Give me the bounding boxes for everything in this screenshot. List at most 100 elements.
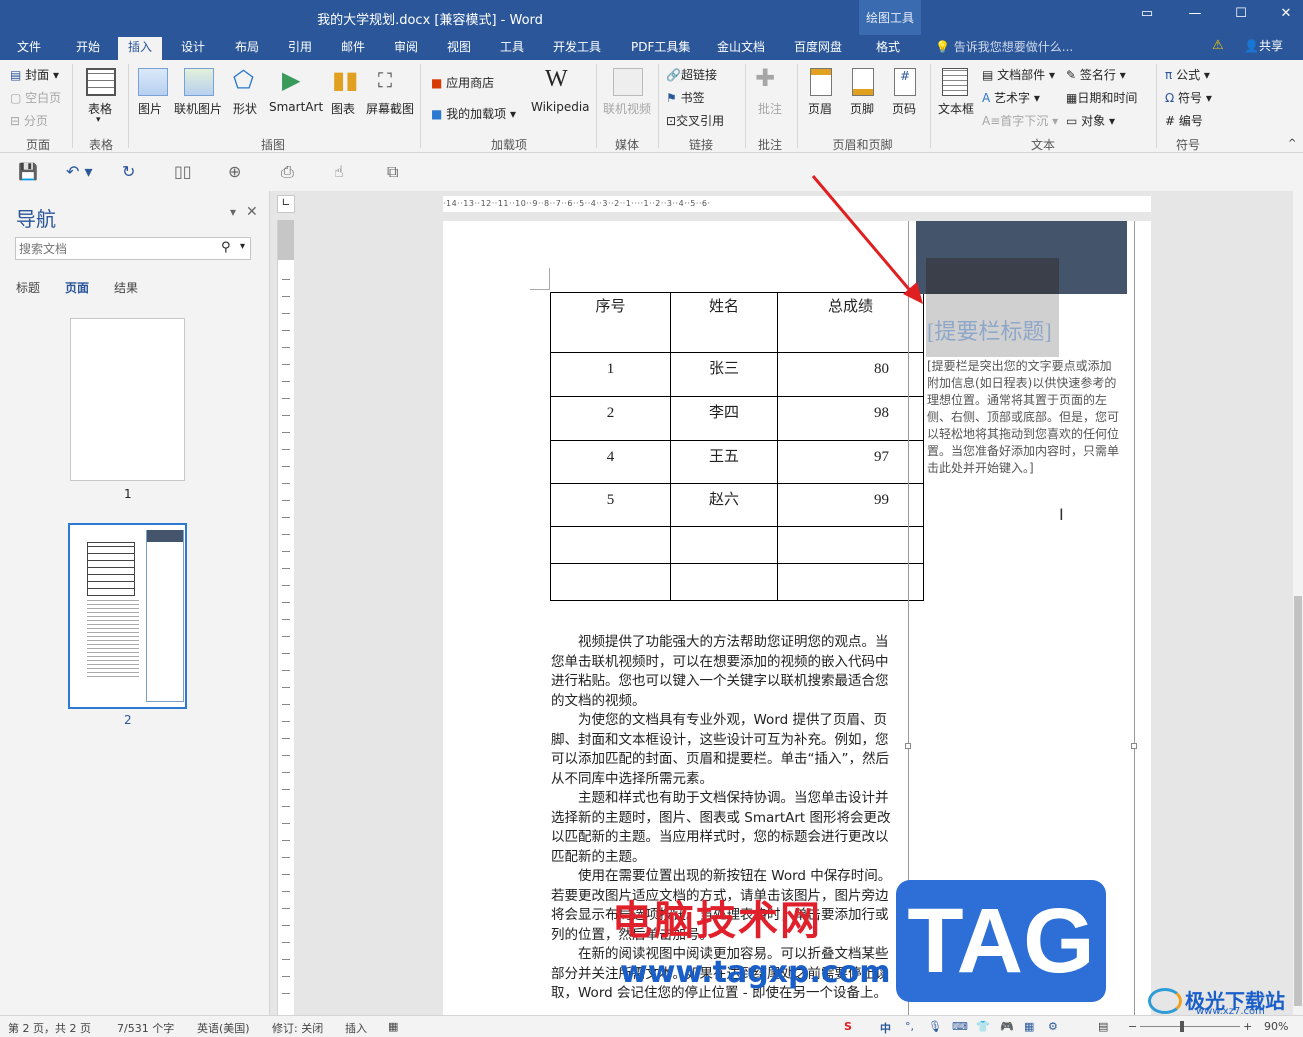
touch-mode-icon[interactable]: ☝ — [334, 162, 344, 181]
skin-icon[interactable]: 👕 — [976, 1020, 990, 1033]
chart-icon[interactable]: ▮▮ — [332, 66, 358, 94]
table-cell[interactable]: 80 — [777, 352, 924, 397]
web-icon[interactable]: ⊕ — [228, 162, 241, 181]
page-break-button[interactable]: ⊟ 分页 — [10, 112, 48, 129]
zoom-out-icon[interactable]: − — [1128, 1020, 1137, 1033]
header-icon[interactable] — [810, 68, 832, 96]
tab-developer[interactable]: 开发工具 — [550, 37, 604, 60]
tab-review[interactable]: 审阅 — [391, 37, 421, 60]
cross-reference-button[interactable]: ⊡交叉引用 — [666, 112, 724, 129]
ime-logo-icon[interactable]: S — [844, 1020, 852, 1033]
wikipedia-button[interactable]: Wikipedia — [531, 100, 590, 114]
tab-baidu-netdisk[interactable]: 百度网盘 — [791, 37, 845, 60]
online-picture-icon[interactable] — [184, 68, 214, 96]
nav-tab-results[interactable]: 结果 — [114, 279, 138, 296]
zoom-slider[interactable] — [1140, 1026, 1240, 1027]
tab-selector[interactable]: ∟ — [277, 195, 295, 213]
status-language[interactable]: 英语(美国) — [197, 1020, 250, 1036]
nav-tab-pages[interactable]: 页面 — [65, 279, 89, 296]
status-insert-mode[interactable]: 插入 — [345, 1020, 367, 1036]
tab-insert[interactable]: 插入 — [118, 37, 163, 60]
tab-tools[interactable]: 工具 — [497, 37, 527, 60]
picture-icon[interactable] — [138, 68, 168, 96]
body-text[interactable]: 视频提供了功能强大的方法帮助您证明您的观点。当您单击联机视频时，可以在想要添加的… — [551, 633, 901, 1004]
shapes-icon[interactable]: ⬠ — [233, 66, 254, 94]
footer-icon[interactable] — [852, 68, 874, 96]
number-button[interactable]: # 编号 — [1165, 112, 1203, 129]
macro-icon[interactable]: ▦ — [388, 1020, 398, 1033]
tab-references[interactable]: 引用 — [285, 37, 315, 60]
bookmark-button[interactable]: ⚑ 书签 — [666, 89, 705, 106]
resize-handle[interactable] — [1131, 743, 1137, 749]
wordart-button[interactable]: A 艺术字 ▾ — [982, 89, 1040, 106]
online-picture-button[interactable]: 联机图片 — [174, 100, 222, 117]
table-cell[interactable]: 王五 — [670, 440, 778, 484]
search-dropdown-icon[interactable]: ▾ — [240, 241, 245, 252]
maximize-button[interactable]: ☐ — [1226, 6, 1256, 21]
table-cell[interactable] — [670, 526, 778, 564]
online-video-icon[interactable] — [613, 68, 643, 96]
keyboard-icon[interactable]: ⌨ — [952, 1020, 968, 1033]
tab-layout[interactable]: 布局 — [232, 37, 262, 60]
my-addins-button[interactable]: ■ 我的加载项 ▾ — [431, 105, 516, 122]
comment-icon[interactable]: ✚ — [755, 64, 775, 92]
customize-icon[interactable]: ⧉ — [387, 162, 398, 182]
tab-format[interactable]: 格式 — [873, 37, 903, 60]
equation-button[interactable]: π 公式 ▾ — [1165, 66, 1210, 83]
table-cell[interactable]: 5 — [550, 483, 671, 527]
ime-chinese-icon[interactable]: 中 — [880, 1020, 891, 1036]
store-button[interactable]: ■ 应用商店 — [431, 74, 494, 91]
header-button[interactable]: 页眉 — [808, 100, 832, 117]
smartart-button[interactable]: SmartArt — [269, 100, 323, 114]
warning-icon[interactable]: ⚠ — [1212, 38, 1224, 53]
close-button[interactable]: ✕ — [1271, 6, 1301, 21]
nav-search-input[interactable] — [16, 238, 206, 259]
table-header-cell[interactable]: 姓名 — [670, 292, 778, 353]
table-cell[interactable]: 98 — [777, 396, 924, 441]
screenshot-button[interactable]: 屏幕截图 — [366, 100, 414, 117]
zoom-level[interactable]: 90% — [1264, 1020, 1288, 1033]
settings-icon[interactable]: ⚙ — [1048, 1020, 1058, 1033]
web-layout-icon[interactable]: ▤ — [1098, 1020, 1108, 1033]
minimize-button[interactable]: — — [1180, 6, 1210, 21]
object-button[interactable]: ▭ 对象 ▾ — [1066, 112, 1115, 129]
sidebar-body-text[interactable]: [提要栏是突出您的文字要点或添加附加信息(如日程表)以供快速参考的理想位置。通常… — [927, 358, 1122, 477]
resize-handle[interactable] — [905, 743, 911, 749]
zoom-in-icon[interactable]: + — [1243, 1020, 1252, 1033]
tab-home[interactable]: 开始 — [73, 37, 103, 60]
tab-file[interactable]: 文件 — [14, 37, 44, 60]
textbox-button[interactable]: 文本框 — [938, 100, 974, 117]
signature-line-button[interactable]: ✎ 签名行 ▾ — [1066, 66, 1126, 83]
page-thumbnail-2[interactable] — [68, 523, 187, 709]
table-cell[interactable]: 张三 — [670, 352, 778, 397]
sidebar-title[interactable]: [提要栏标题] — [927, 314, 1052, 346]
scrollbar-thumb[interactable] — [1294, 596, 1302, 1006]
table-cell[interactable]: 99 — [777, 483, 924, 527]
table-cell[interactable]: 李四 — [670, 396, 778, 441]
textbox-icon[interactable] — [942, 68, 968, 96]
tab-mailings[interactable]: 邮件 — [338, 37, 368, 60]
smartart-icon[interactable]: ▶ — [282, 66, 300, 94]
wikipedia-icon[interactable]: W — [545, 66, 568, 93]
nav-options-icon[interactable]: ▾ — [230, 205, 236, 219]
chart-button[interactable]: 图表 — [331, 100, 355, 117]
table-cell[interactable]: 2 — [550, 396, 671, 441]
table-cell[interactable] — [777, 526, 924, 564]
share-button[interactable]: 👤共享 — [1244, 37, 1283, 54]
print-preview-icon[interactable]: ⎙ — [281, 162, 294, 182]
status-track-changes[interactable]: 修订: 关闭 — [272, 1020, 323, 1036]
table-cell[interactable] — [550, 563, 671, 601]
footer-button[interactable]: 页脚 — [850, 100, 874, 117]
tell-me-search[interactable]: 💡 告诉我您想要做什么... — [935, 38, 1073, 55]
picture-button[interactable]: 图片 — [138, 100, 162, 117]
dropcap-button[interactable]: A≡首字下沉 ▾ — [982, 112, 1058, 129]
table-cell[interactable] — [550, 526, 671, 564]
symbol-button[interactable]: Ω 符号 ▾ — [1165, 89, 1212, 106]
game-icon[interactable]: 🎮 — [1000, 1020, 1014, 1033]
zoom-slider-thumb[interactable] — [1180, 1021, 1184, 1032]
table-cell[interactable] — [777, 563, 924, 601]
score-table[interactable]: 序号 姓名 总成绩 1 张三 80 2 李四 98 4 王五 97 5 赵六 9… — [550, 292, 924, 601]
collapse-ribbon-icon[interactable]: ^ — [1288, 138, 1296, 149]
horizontal-ruler[interactable]: ·14··13··12··11··10··9··8··7··6··5··4··3… — [443, 196, 1151, 212]
grid-icon[interactable]: ▦ — [1024, 1020, 1034, 1033]
